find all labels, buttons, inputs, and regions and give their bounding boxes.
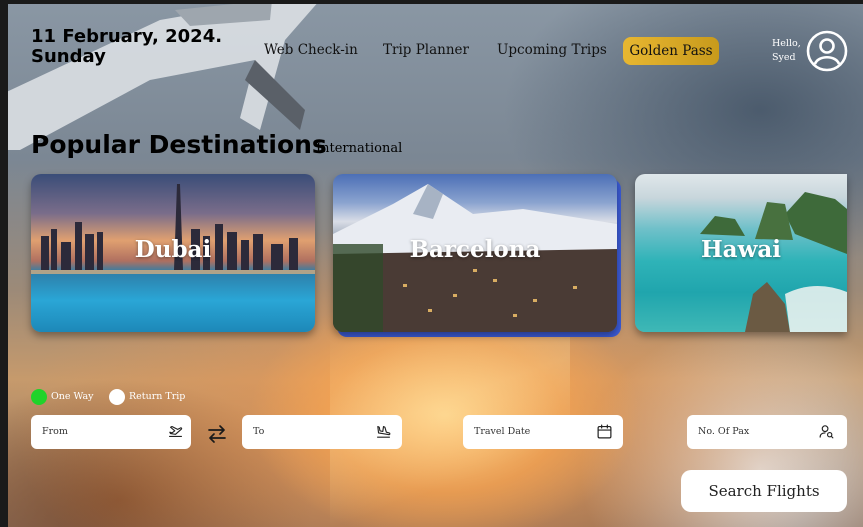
greeting-hello: Hello, [772, 38, 801, 49]
greeting: Hello, Syed [772, 37, 801, 65]
plane-takeoff-icon [169, 425, 183, 438]
greeting-username: Syed [772, 52, 796, 63]
radio-dot-selected [31, 389, 47, 405]
destination-card-dubai[interactable]: Dubai [31, 174, 315, 332]
person-search-icon [819, 425, 834, 439]
card-label-hawai: Hawai [700, 236, 782, 263]
date-line: 11 February, 2024. [31, 26, 223, 47]
from-field[interactable]: From [31, 415, 191, 449]
destination-card-barcelona[interactable]: Barcelona [333, 174, 617, 332]
card-label-barcelona: Barcelona [409, 236, 541, 263]
destination-card-hawai[interactable]: Hawai [635, 174, 847, 332]
swap-arrows-icon[interactable] [206, 424, 228, 444]
travel-date-field[interactable]: Travel Date [463, 415, 623, 449]
nav-upcoming-trips[interactable]: Upcoming Trips [497, 42, 607, 58]
search-flights-button[interactable]: Search Flights [681, 470, 847, 512]
section-subtitle: International [316, 141, 403, 156]
to-field[interactable]: To [242, 415, 402, 449]
to-placeholder: To [253, 426, 265, 437]
from-placeholder: From [42, 426, 68, 437]
section-title: Popular Destinations [31, 130, 327, 159]
card-label-dubai: Dubai [134, 236, 212, 263]
calendar-icon [597, 424, 612, 439]
golden-pass-button[interactable]: Golden Pass [623, 37, 719, 65]
travel-date-placeholder: Travel Date [474, 426, 531, 437]
nav-web-checkin[interactable]: Web Check-in [264, 42, 358, 58]
pax-field[interactable]: No. Of Pax [687, 415, 847, 449]
pax-placeholder: No. Of Pax [698, 426, 750, 437]
weekday-line: Sunday [31, 46, 106, 67]
date-display: 11 February, 2024. Sunday [31, 27, 222, 67]
header: 11 February, 2024. Sunday Web Check-in T… [0, 0, 863, 90]
nav-trip-planner[interactable]: Trip Planner [383, 42, 469, 58]
radio-label-return-trip: Return Trip [129, 391, 186, 402]
user-circle-icon[interactable] [806, 30, 848, 72]
radio-label-one-way: One Way [51, 391, 94, 402]
radio-dot-unselected [109, 389, 125, 405]
plane-landing-icon [377, 425, 391, 438]
